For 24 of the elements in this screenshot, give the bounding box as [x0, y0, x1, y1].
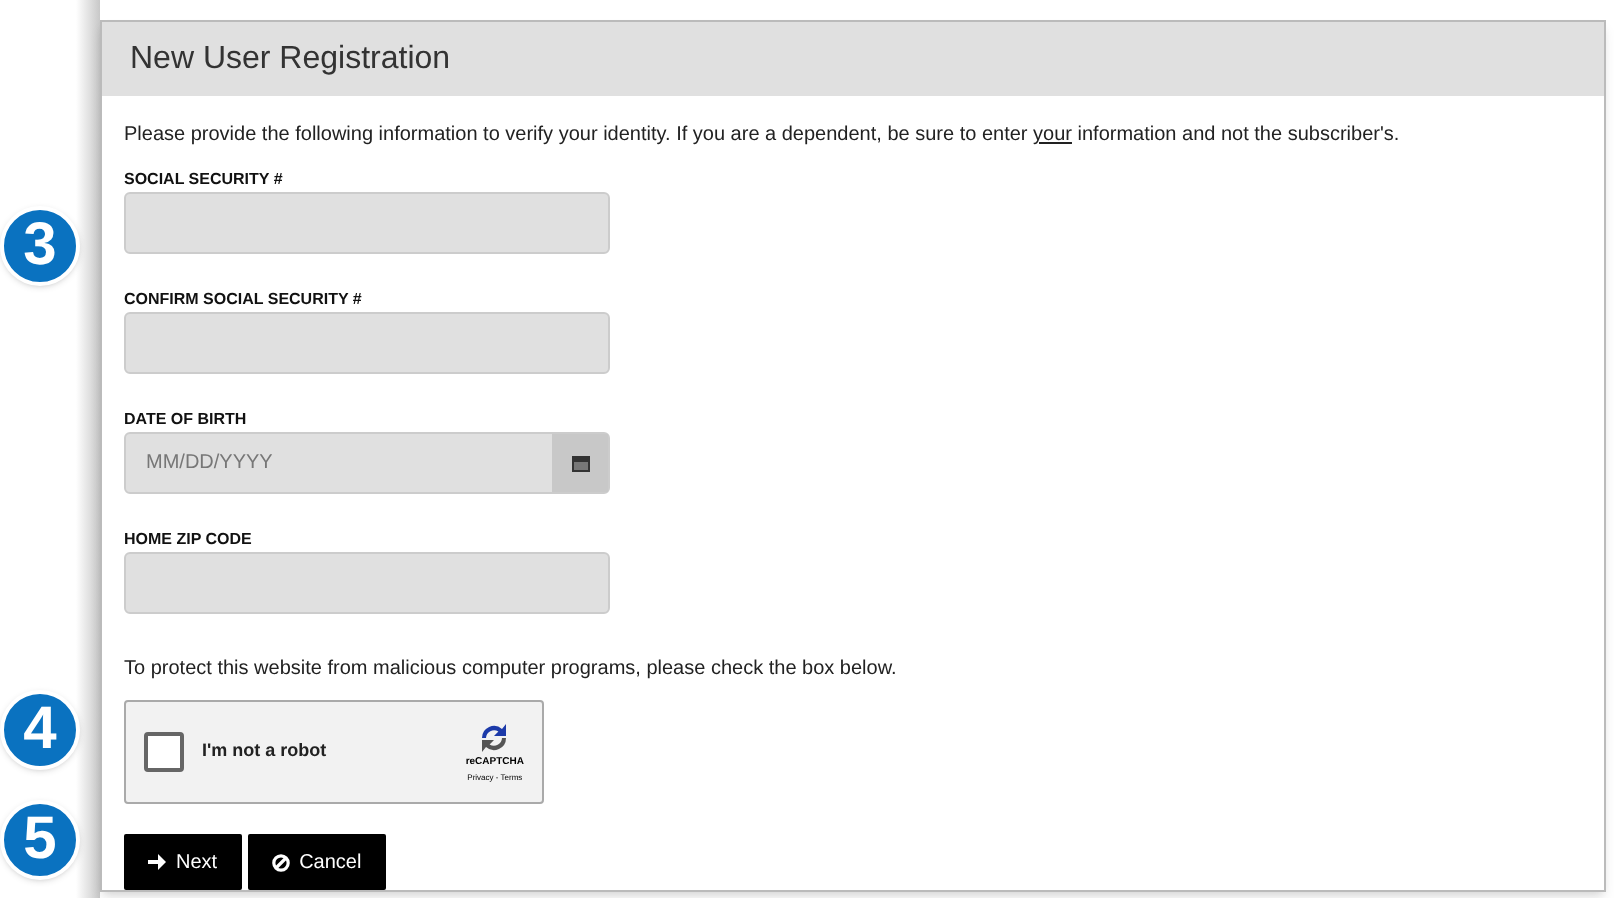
step-badge: 5 [0, 800, 80, 880]
cancel-button[interactable]: Cancel [247, 834, 386, 890]
next-button[interactable]: Next [124, 834, 242, 890]
arrow-right-icon [148, 854, 166, 870]
text-field[interactable] [124, 192, 610, 254]
date-field[interactable]: MM/DD/YYYY [124, 432, 610, 494]
your-link[interactable]: your [1033, 124, 1072, 146]
calendar-button[interactable] [552, 434, 608, 492]
intro-text: Please provide the following information to verify your identity. If you are a dependent, be sure to enter your information and not the subscriber's. [124, 122, 1402, 150]
text-field[interactable] [124, 312, 610, 374]
date-input[interactable]: MM/DD/YYYY [126, 434, 552, 492]
field-label: SOCIAL SECURITY # [124, 170, 285, 190]
step-badge: 3 [0, 206, 80, 286]
text-field[interactable] [124, 552, 610, 614]
field-label: DATE OF BIRTH [124, 410, 249, 430]
captcha-label: I'm not a robot [202, 738, 329, 765]
field-label: CONFIRM SOCIAL SECURITY # [124, 290, 364, 310]
captcha-checkbox[interactable] [144, 732, 184, 772]
field-label: HOME ZIP CODE [124, 530, 254, 550]
step-badge: 4 [0, 690, 80, 770]
captcha-note: To protect this website from malicious computer programs, please check the box below. [124, 656, 899, 684]
calendar-icon [571, 454, 589, 472]
panel-title: New User Registration [130, 39, 451, 79]
ban-icon [271, 853, 290, 871]
